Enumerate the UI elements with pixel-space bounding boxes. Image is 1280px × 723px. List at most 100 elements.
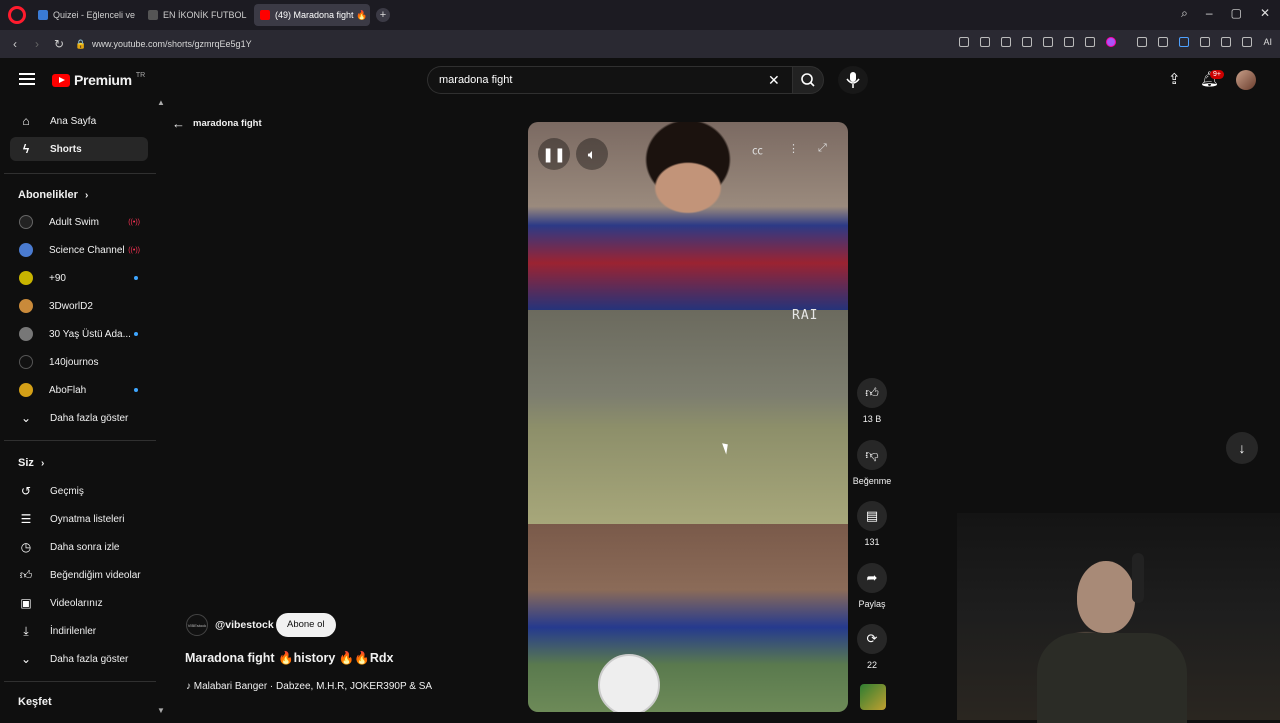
thumbs-up-icon[interactable]: 👍︎ <box>857 378 887 408</box>
volume-button[interactable]: 🔈︎ <box>576 138 608 170</box>
sidebar-item-subscription[interactable]: Adult Swim ((•)) <box>10 210 148 234</box>
sidebar-item-subscription[interactable]: Science Channel ((•)) <box>10 238 148 262</box>
url-field[interactable]: www.youtube.com/shorts/gzmrqEe5g1Y <box>92 39 252 49</box>
sidebar-item-subscription[interactable]: +90 <box>10 266 148 290</box>
browser-tab-1[interactable]: Quizei - Eğlenceli ve etkile <box>32 4 136 26</box>
sidebar-item-label: İndirilenler <box>50 625 97 637</box>
sound-thumbnail[interactable] <box>860 684 886 710</box>
sidebar-scroll-up-icon[interactable]: ▲ <box>157 98 165 107</box>
sidebar-item-subscription[interactable]: AboFlah <box>10 378 148 402</box>
you-heading[interactable]: Siz › <box>18 457 44 469</box>
shield-icon[interactable] <box>1001 37 1012 47</box>
thumbs-down-icon[interactable]: 👎︎ <box>857 440 887 470</box>
sidebar-item-history[interactable]: ↺ Geçmiş <box>10 479 148 503</box>
menu-icon[interactable] <box>1085 37 1096 47</box>
extension-icon[interactable] <box>1137 37 1148 47</box>
subscriptions-heading[interactable]: Abonelikler › <box>18 189 88 201</box>
maximize-icon[interactable]: ▢ <box>1231 6 1242 21</box>
camera-icon[interactable] <box>980 37 991 47</box>
logo-text: Premium <box>74 72 132 88</box>
channel-handle[interactable]: @vibestock <box>215 619 274 631</box>
minimize-icon[interactable]: – <box>1206 6 1213 21</box>
sidebar-item-liked-videos[interactable]: 👍︎ Beğendiğim videolar <box>10 563 148 587</box>
divider <box>4 173 156 174</box>
show-more-subscriptions-button[interactable]: ⌄ Daha fazla göster <box>10 406 148 430</box>
search-button[interactable] <box>792 66 824 94</box>
speed-icon[interactable] <box>1179 37 1190 47</box>
edit-icon[interactable] <box>959 37 970 47</box>
tab-label: EN İKONİK FUTBOL İNTİK <box>163 10 248 20</box>
share-icon[interactable]: ➦ <box>857 563 887 593</box>
chevron-down-icon: ⌄ <box>20 652 32 666</box>
sidebar-item-subscription[interactable]: 140journos <box>10 350 148 374</box>
channel-avatar[interactable]: VIBEstock <box>186 614 208 636</box>
upload-icon[interactable]: ⇪ <box>1168 70 1181 88</box>
voice-search-button[interactable] <box>838 66 868 94</box>
opera-logo-icon[interactable] <box>8 6 26 24</box>
back-icon[interactable]: ‹ <box>4 37 26 51</box>
extension-icons: AI <box>959 37 1272 47</box>
channel-avatar <box>19 271 33 285</box>
sidebar-item-label: +90 <box>49 272 66 284</box>
sidebar-item-shorts[interactable]: ϟ Shorts <box>10 137 148 161</box>
like-action[interactable]: 👍︎ 13 B <box>852 378 892 424</box>
share-action[interactable]: ➦ Paylaş <box>852 563 892 609</box>
subscribe-button[interactable]: Abone ol <box>276 613 336 637</box>
chevron-right-icon: › <box>40 458 45 469</box>
sidebar-scroll-down-icon[interactable]: ▼ <box>157 706 165 715</box>
youtube-premium-logo[interactable]: Premium TR <box>52 72 145 88</box>
comment-icon[interactable]: ▤ <box>857 501 887 531</box>
microphone-icon <box>846 72 860 88</box>
music-credit[interactable]: ♪ Malabari Banger · Dabzee, M.H.R, JOKER… <box>186 681 432 692</box>
reload-icon[interactable]: ↻ <box>48 37 70 51</box>
play-icon[interactable] <box>1022 37 1033 47</box>
clock-icon: ◷ <box>20 540 32 554</box>
forward-icon[interactable]: › <box>26 37 48 51</box>
remix-action[interactable]: ⟳ 22 <box>852 624 892 670</box>
comments-action[interactable]: ▤ 131 <box>852 501 892 547</box>
browser-tab-2[interactable]: EN İKONİK FUTBOL İNTİK <box>142 4 248 26</box>
sidebar-item-label: Daha fazla göster <box>50 653 129 665</box>
browser-tab-active[interactable]: (49) Maradona fight 🔥 <box>254 4 370 26</box>
openai-icon[interactable] <box>1158 37 1169 47</box>
sidebar-item-subscription[interactable]: 3DworlD2 <box>10 294 148 318</box>
battery-icon[interactable] <box>1200 37 1211 47</box>
account-avatar[interactable] <box>1236 70 1256 90</box>
clear-search-icon[interactable]: ✕ <box>768 72 780 89</box>
sidebar-item-label: Adult Swim <box>49 216 100 228</box>
sidebar-item-subscription[interactable]: 30 Yaş Üstü Ada... <box>10 322 148 346</box>
youtube-favicon-icon <box>260 10 270 20</box>
menu-icon[interactable] <box>19 73 35 85</box>
sidebar-item-downloads[interactable]: ⤓ İndirilenler <box>10 619 148 643</box>
settings-icon[interactable] <box>1242 37 1253 47</box>
sidebar-item-watch-later[interactable]: ◷ Daha sonra izle <box>10 535 148 559</box>
download-icon[interactable] <box>1064 37 1075 47</box>
show-more-you-button[interactable]: ⌄ Daha fazla göster <box>10 647 148 671</box>
pause-button[interactable]: ❚❚ <box>538 138 570 170</box>
sidebar-item-label: AboFlah <box>49 384 87 396</box>
search-input[interactable]: maradona fight ✕ <box>427 66 793 94</box>
sidebar-item-label: Geçmiş <box>50 485 84 497</box>
shorts-video-player[interactable]: RAI ❚❚ 🔈︎ ㏄ ⋮ ⤢ <box>528 122 848 712</box>
ai-button[interactable]: AI <box>1263 37 1272 47</box>
sidebar-item-your-videos[interactable]: ▣ Videolarınız <box>10 591 148 615</box>
fullscreen-icon[interactable]: ⤢ <box>818 142 827 155</box>
next-video-button[interactable]: ↓ <box>1226 432 1258 464</box>
logo-region: TR <box>135 71 146 79</box>
puzzle-icon[interactable] <box>1221 37 1232 47</box>
sidebar-item-home[interactable]: ⌂ Ana Sayfa <box>10 109 148 133</box>
heart-icon[interactable] <box>1043 37 1054 47</box>
close-window-icon[interactable]: ✕ <box>1260 6 1270 21</box>
new-tab-button[interactable]: + <box>376 8 390 22</box>
dislike-action[interactable]: 👎︎ Beğenme <box>852 440 892 486</box>
search-tabs-icon[interactable]: ⌕ <box>1181 6 1188 21</box>
home-icon: ⌂ <box>22 114 30 128</box>
back-to-search-link[interactable]: ← maradona fight <box>172 116 262 131</box>
sidebar-item-playlists[interactable]: ☰ Oynatma listeleri <box>10 507 148 531</box>
captions-icon[interactable]: ㏄ <box>752 142 763 158</box>
more-options-icon[interactable]: ⋮ <box>788 142 799 155</box>
sidebar-item-label: Oynatma listeleri <box>50 513 125 525</box>
remix-icon[interactable]: ⟳ <box>857 624 887 654</box>
profile-extension-icon[interactable] <box>1106 37 1117 47</box>
search-icon <box>801 73 815 87</box>
